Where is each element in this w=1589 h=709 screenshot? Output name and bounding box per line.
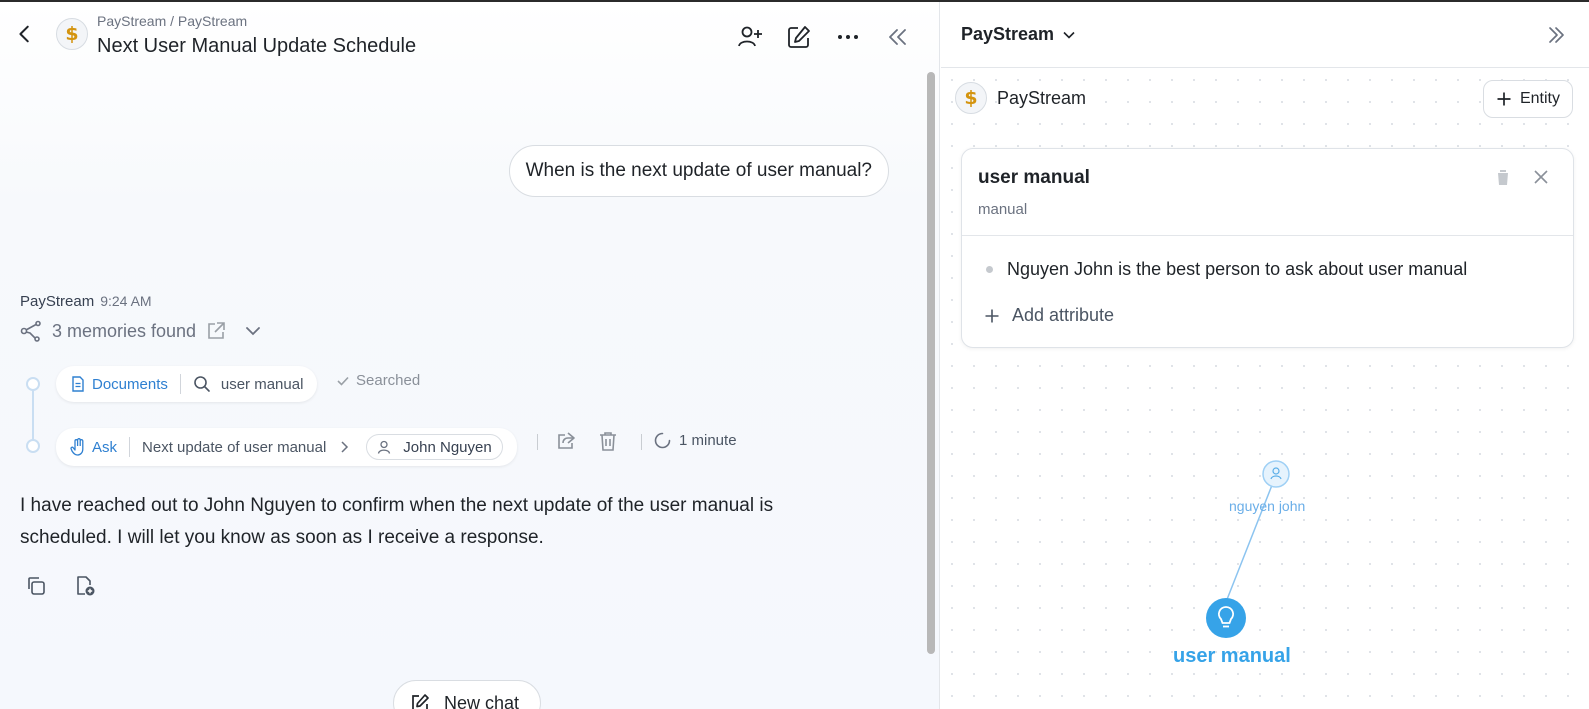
- document-icon: [72, 376, 84, 392]
- chat-pane: $ PayStream / PayStream Next User Manual…: [0, 2, 940, 709]
- step-query: user manual: [220, 375, 304, 393]
- user-message-bubble: When is the next update of user manual?: [508, 145, 889, 197]
- card-divider: [962, 235, 1573, 236]
- search-step-pill[interactable]: Documents user manual: [56, 366, 318, 402]
- plus-icon: [985, 309, 999, 322]
- workspace-name: PayStream: [997, 87, 1087, 108]
- hand-icon: [70, 438, 84, 456]
- share-memory-icon: [20, 320, 41, 342]
- graph-node-label: nguyen john: [1229, 498, 1306, 514]
- step-topic: Next update of user manual: [142, 438, 327, 456]
- attribute-bullet: [986, 266, 993, 273]
- step-status: Searched: [336, 372, 420, 389]
- more-icon[interactable]: [835, 24, 861, 50]
- workspace-row: $ PayStream: [955, 82, 1086, 114]
- collapse-left-icon[interactable]: [884, 24, 910, 50]
- person-icon: [378, 440, 391, 454]
- divider: [537, 434, 538, 450]
- status-label: Searched: [356, 372, 421, 389]
- add-user-icon[interactable]: [737, 24, 763, 50]
- back-icon[interactable]: [14, 22, 36, 46]
- new-chat-icon: [412, 694, 429, 709]
- add-entity-label: Entity: [1519, 90, 1560, 107]
- chat-scrollbar[interactable]: [927, 72, 935, 654]
- memories-toggle[interactable]: 3 memories found: [20, 320, 272, 342]
- timeline-dot: [26, 377, 40, 391]
- pill-divider: [179, 374, 181, 394]
- add-entity-button[interactable]: Entity: [1482, 80, 1573, 118]
- duration-label: 1 minute: [679, 432, 737, 449]
- copy-icon[interactable]: [25, 575, 47, 597]
- graph-edge: [1225, 474, 1277, 603]
- person-chip[interactable]: John Nguyen: [366, 434, 503, 460]
- page-title: Next User Manual Update Schedule: [97, 35, 417, 57]
- external-link-icon[interactable]: [206, 321, 226, 341]
- avatar-glyph: $: [964, 87, 978, 109]
- file-add-icon[interactable]: [74, 575, 96, 597]
- workspace-avatar: $: [56, 18, 88, 50]
- chevron-down-icon[interactable]: [244, 322, 262, 340]
- new-chat-label: New chat: [444, 692, 520, 709]
- edit-icon[interactable]: [786, 24, 812, 50]
- step-action: Ask: [92, 438, 118, 456]
- entity-type: manual: [978, 201, 1028, 218]
- spinner-icon: [654, 432, 671, 449]
- add-attribute-label: Add attribute: [1012, 305, 1115, 325]
- entity-card: user manual manual Nguyen John is the be…: [961, 148, 1574, 348]
- chevron-right-icon: [341, 441, 349, 453]
- step-duration: 1 minute: [654, 432, 737, 449]
- ask-step-pill[interactable]: Ask Next update of user manual John Nguy…: [56, 428, 517, 466]
- lightbulb-icon[interactable]: [1206, 598, 1246, 638]
- step-source: Documents: [92, 375, 168, 393]
- sender-name: PayStream: [20, 293, 95, 310]
- avatar-glyph: $: [65, 23, 79, 45]
- trash-icon[interactable]: [597, 430, 619, 452]
- entity-title: user manual: [978, 167, 1090, 188]
- entity-attribute[interactable]: Nguyen John is the best person to ask ab…: [986, 259, 1467, 280]
- message-meta: PayStream 9:24 AM: [20, 293, 152, 310]
- memories-label: 3 memories found: [52, 320, 197, 341]
- entity-panel: PayStream nguyen john user manual $ PayS…: [941, 2, 1589, 709]
- pill-divider: [129, 437, 131, 457]
- person-name: John Nguyen: [403, 438, 492, 456]
- chat-header: $ PayStream / PayStream Next User Manual…: [0, 2, 939, 70]
- new-chat-button[interactable]: New chat: [393, 680, 541, 709]
- assistant-answer: I have reached out to John Nguyen to con…: [20, 495, 774, 548]
- check-icon: [337, 376, 349, 386]
- trash-icon[interactable]: [1493, 167, 1513, 187]
- person-node[interactable]: [1262, 460, 1290, 488]
- plus-icon: [1497, 92, 1511, 106]
- close-icon[interactable]: [1531, 167, 1551, 187]
- graph-node-label: user manual: [1173, 645, 1291, 667]
- search-icon: [194, 376, 210, 392]
- timeline-dot: [26, 439, 40, 453]
- breadcrumb[interactable]: PayStream / PayStream: [97, 13, 247, 29]
- attribute-text: Nguyen John is the best person to ask ab…: [1007, 259, 1468, 279]
- message-time: 9:24 AM: [100, 293, 152, 309]
- add-attribute-button[interactable]: Add attribute: [984, 305, 1114, 326]
- divider: [641, 434, 642, 450]
- workspace-avatar: $: [955, 82, 987, 114]
- share-icon[interactable]: [555, 430, 577, 452]
